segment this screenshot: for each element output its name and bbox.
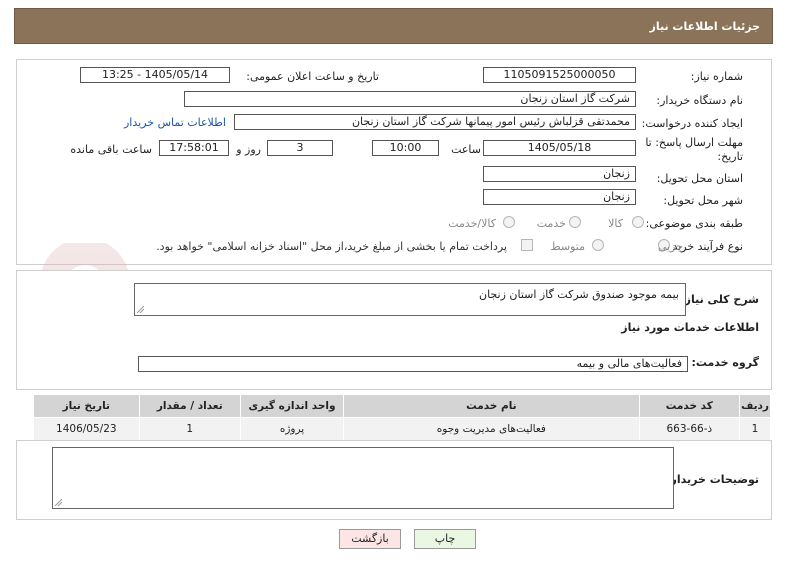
- service-group-label: گروه خدمت:: [691, 356, 759, 369]
- announce-datetime-field[interactable]: 1405/05/14 - 13:25: [80, 67, 230, 83]
- col-code-header: کد خدمت: [638, 394, 741, 418]
- category-goods-service-radio[interactable]: [503, 216, 515, 228]
- cell-need-date: 1406/05/23: [33, 417, 140, 441]
- deadline-label-date: تاریخ:: [717, 150, 743, 163]
- province-label: استان محل تحویل:: [656, 172, 743, 185]
- remaining-time-field[interactable]: 17:58:01: [159, 140, 229, 156]
- remaining-days-field[interactable]: 3: [267, 140, 333, 156]
- col-row-header: ردیف: [739, 394, 771, 418]
- cell-row-number: 1: [739, 417, 771, 441]
- col-name-header: نام خدمت: [343, 394, 640, 418]
- process-minor-option: جزیی: [657, 240, 683, 253]
- treasury-payment-note: پرداخت تمام یا بخشی از مبلغ خرید،از محل …: [156, 240, 507, 253]
- category-service-option: خدمت: [536, 217, 566, 230]
- category-service-radio[interactable]: [569, 216, 581, 228]
- deadline-date-field[interactable]: 1405/05/18: [483, 140, 636, 156]
- category-label: طبقه بندی موضوعی:: [645, 217, 743, 230]
- col-qty-header: تعداد / مقدار: [138, 394, 241, 418]
- category-goods-radio[interactable]: [632, 216, 644, 228]
- cell-unit: پروژه: [239, 417, 345, 441]
- summary-text: بیمه موجود صندوق شرکت گاز استان زنجان: [478, 288, 679, 301]
- need-details-page: جزئیات اطلاعات نیاز شماره نیاز: 11050915…: [0, 0, 788, 566]
- deadline-time-label: ساعت: [451, 143, 481, 156]
- province-field[interactable]: زنجان: [483, 166, 636, 182]
- buyer-notes-textarea[interactable]: [52, 447, 674, 509]
- table-row[interactable]: 1 ذ-66-663 فعالیت‌های مدیریت وجوه پروژه …: [33, 417, 771, 441]
- cell-service-code: ذ-66-663: [638, 417, 741, 441]
- days-label: روز و: [236, 143, 261, 156]
- deadline-label: مهلت ارسال پاسخ: تا: [645, 136, 743, 149]
- city-label: شهر محل تحویل:: [663, 194, 743, 207]
- buyer-org-label: نام دستگاه خریدار:: [656, 94, 743, 107]
- city-field[interactable]: زنجان: [483, 189, 636, 205]
- resize-grip-icon[interactable]: [137, 306, 144, 313]
- service-group-field[interactable]: فعالیت‌های مالی و بیمه: [138, 356, 688, 372]
- services-section-title: اطلاعات خدمات مورد نیاز: [621, 321, 759, 334]
- page-header: جزئیات اطلاعات نیاز: [14, 8, 773, 44]
- info-panel: [16, 59, 772, 265]
- cell-quantity: 1: [138, 417, 241, 441]
- services-table: ردیف کد خدمت نام خدمت واحد اندازه گیری ت…: [33, 394, 771, 441]
- cell-service-name: فعالیت‌های مدیریت وجوه: [343, 417, 640, 441]
- category-goods-service-option: کالا/خدمت: [448, 217, 496, 230]
- need-number-label: شماره نیاز:: [690, 70, 743, 83]
- table-header-row: ردیف کد خدمت نام خدمت واحد اندازه گیری ت…: [33, 394, 771, 418]
- need-number-field[interactable]: 1105091525000050: [483, 67, 636, 83]
- back-button[interactable]: بازگشت: [339, 529, 401, 549]
- resize-grip-icon[interactable]: [55, 499, 62, 506]
- process-medium-option: متوسط: [550, 240, 585, 253]
- buyer-notes-label: توضیحات خریدار:: [666, 473, 759, 486]
- category-goods-option: کالا: [608, 217, 623, 230]
- announce-datetime-label: تاریخ و ساعت اعلان عمومی:: [246, 70, 379, 83]
- creator-label: ایجاد کننده درخواست:: [641, 117, 743, 130]
- col-date-header: تاریخ نیاز: [33, 394, 140, 418]
- summary-label: شرح کلی نیاز:: [680, 293, 759, 306]
- deadline-time-field[interactable]: 10:00: [372, 140, 439, 156]
- treasury-payment-checkbox[interactable]: [521, 239, 533, 251]
- process-medium-radio[interactable]: [592, 239, 604, 251]
- summary-textarea[interactable]: بیمه موجود صندوق شرکت گاز استان زنجان: [134, 283, 686, 316]
- creator-field[interactable]: محمدتقی قزلباش رئیس امور پیمانها شرکت گا…: [234, 114, 636, 130]
- remaining-time-label: ساعت باقی مانده: [70, 143, 152, 156]
- page-title: جزئیات اطلاعات نیاز: [649, 20, 761, 33]
- buyer-contact-link[interactable]: اطلاعات تماس خریدار: [124, 116, 226, 129]
- print-button[interactable]: چاپ: [414, 529, 476, 549]
- col-unit-header: واحد اندازه گیری: [239, 394, 345, 418]
- buyer-org-field[interactable]: شرکت گاز استان زنجان: [184, 91, 636, 107]
